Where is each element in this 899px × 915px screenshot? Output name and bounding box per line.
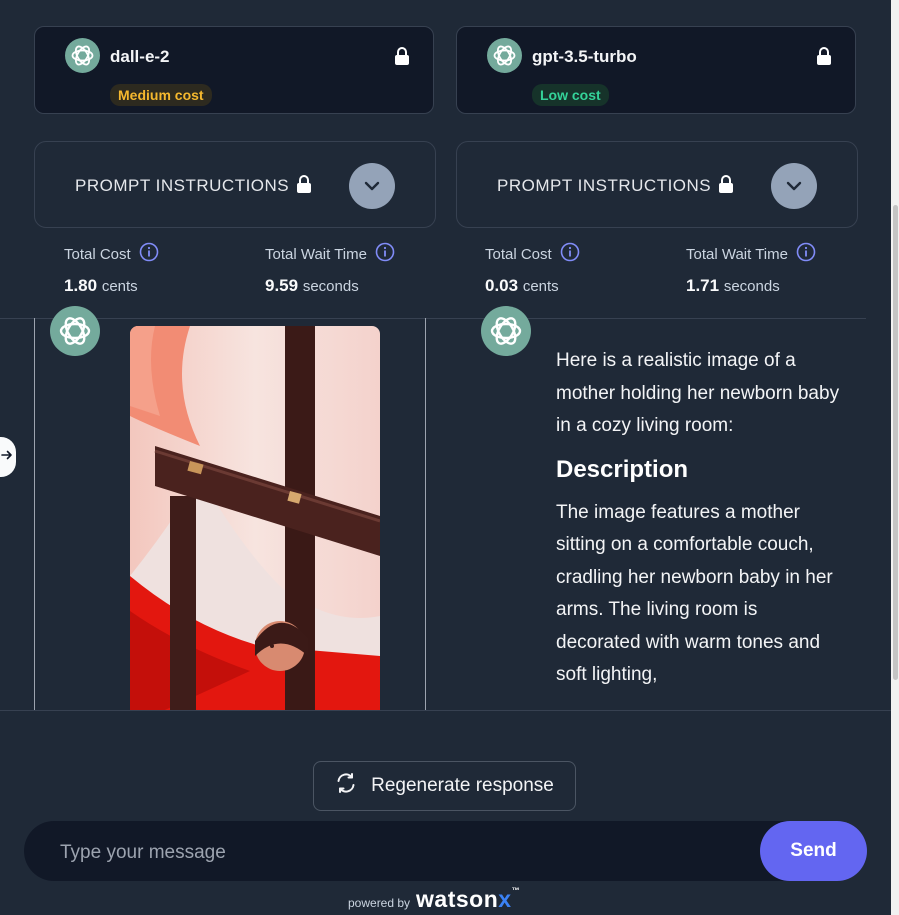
scrollbar-thumb[interactable]	[893, 205, 898, 680]
total-wait-value: 9.59	[265, 276, 299, 295]
column-border-right	[425, 318, 426, 710]
total-wait-stat: Total Wait Time 1.71 seconds	[686, 242, 816, 296]
total-cost-stat: Total Cost 0.03 cents	[485, 242, 580, 296]
cost-unit: cents	[522, 278, 559, 295]
arrow-right-icon	[1, 448, 13, 466]
openai-logo-icon	[65, 38, 100, 78]
chevron-down-icon[interactable]	[771, 163, 817, 209]
model-name: gpt-3.5-turbo	[532, 47, 637, 66]
prompt-instructions-label: PROMPT INSTRUCTIONS	[75, 176, 290, 195]
model-card-dalle: dall-e-2 Medium cost	[34, 26, 434, 114]
total-wait-label: Total Wait Time	[686, 245, 788, 263]
model-name: dall-e-2	[110, 47, 170, 66]
openai-logo-icon	[481, 306, 531, 361]
total-cost-value: 0.03	[485, 276, 519, 295]
response-heading: Description	[556, 455, 689, 483]
openai-logo-icon	[50, 306, 100, 361]
info-icon[interactable]	[560, 242, 580, 266]
message-input[interactable]	[58, 838, 742, 868]
column-border-left	[34, 318, 35, 710]
response-intro: Here is a realistic image of a mother ho…	[556, 350, 840, 436]
lock-icon[interactable]	[394, 46, 410, 71]
expand-sidebar-button[interactable]	[0, 437, 16, 477]
regenerate-label: Regenerate response	[371, 775, 554, 796]
info-icon[interactable]	[375, 242, 395, 266]
composer-divider	[0, 710, 891, 711]
composer-area	[0, 710, 891, 915]
total-cost-label: Total Cost	[64, 245, 131, 263]
lock-icon	[718, 174, 734, 199]
send-button[interactable]: Send	[760, 821, 867, 881]
wait-unit: seconds	[723, 278, 780, 295]
openai-logo-icon	[487, 38, 522, 78]
regenerate-button[interactable]: Regenerate response	[313, 761, 576, 811]
response-body: The image features a mother sitting on a…	[556, 501, 833, 686]
section-divider	[0, 318, 866, 319]
total-cost-label: Total Cost	[485, 245, 552, 263]
prompt-instructions-panel[interactable]: PROMPT INSTRUCTIONS	[456, 141, 858, 228]
total-cost-value: 1.80	[64, 276, 98, 295]
total-wait-stat: Total Wait Time 9.59 seconds	[265, 242, 395, 296]
chevron-down-icon[interactable]	[349, 163, 395, 209]
generated-image[interactable]	[130, 326, 380, 726]
total-cost-stat: Total Cost 1.80 cents	[64, 242, 159, 296]
info-icon[interactable]	[796, 242, 816, 266]
cost-badge: Medium cost	[110, 84, 212, 106]
cost-badge: Low cost	[532, 84, 609, 106]
cost-unit: cents	[101, 278, 138, 295]
watsonx-logo: watsonx™	[416, 886, 521, 912]
powered-by-footer: powered by watsonx™	[348, 886, 520, 913]
model-card-gpt35: gpt-3.5-turbo Low cost	[456, 26, 856, 114]
lock-icon	[296, 174, 312, 199]
powered-by-label: powered by	[348, 896, 411, 910]
total-wait-label: Total Wait Time	[265, 245, 367, 263]
refresh-icon	[335, 772, 357, 800]
wait-unit: seconds	[302, 278, 359, 295]
info-icon[interactable]	[139, 242, 159, 266]
prompt-instructions-panel[interactable]: PROMPT INSTRUCTIONS	[34, 141, 436, 228]
lock-icon[interactable]	[816, 46, 832, 71]
prompt-instructions-label: PROMPT INSTRUCTIONS	[497, 176, 712, 195]
total-wait-value: 1.71	[686, 276, 720, 295]
response-text: Here is a realistic image of a mother ho…	[556, 345, 846, 692]
